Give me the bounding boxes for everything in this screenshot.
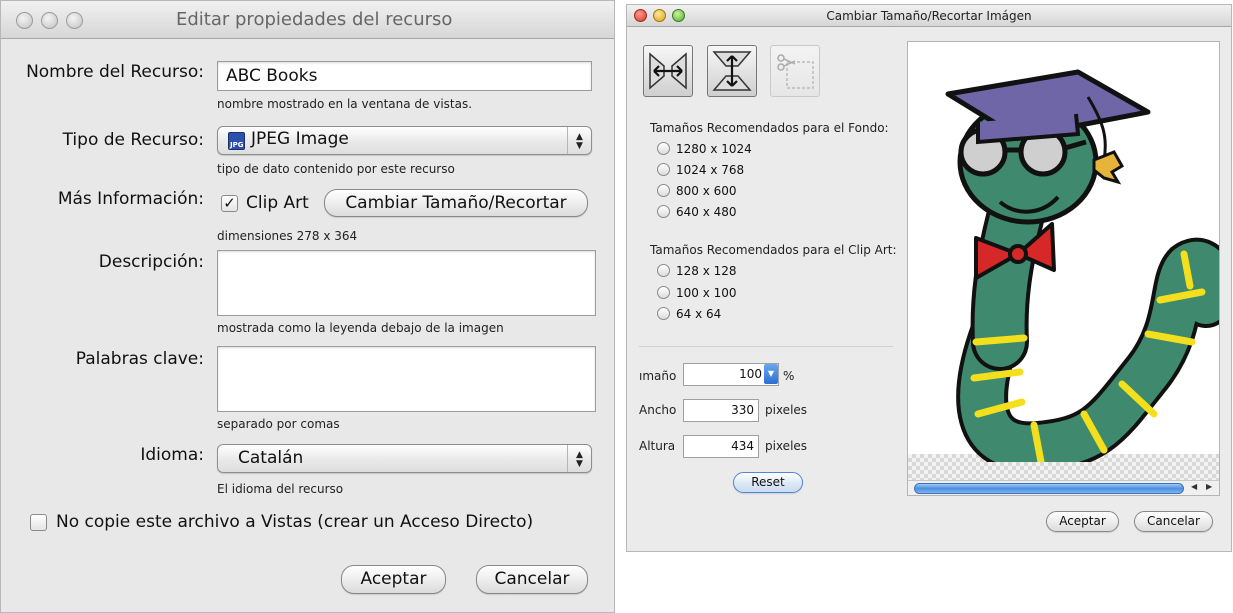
description-hint: mostrada como la leyenda debajo de la im…	[217, 321, 504, 335]
background-sizes-label: Tamaños Recomendados para el Fondo:	[650, 121, 889, 135]
radio-800x600[interactable]: 800 x 600	[657, 184, 737, 198]
stretch-vertical-button[interactable]	[707, 45, 757, 97]
size-dropdown-button[interactable]: ▼	[764, 364, 778, 384]
resource-name-value: ABC Books	[226, 66, 318, 86]
edit-resource-dialog: Editar propiedades del recurso Nombre de…	[0, 0, 615, 613]
width-value: 330	[731, 403, 754, 417]
accept-button[interactable]: Aceptar	[1046, 511, 1119, 532]
height-value: 434	[731, 439, 754, 453]
accept-button[interactable]: Aceptar	[341, 565, 446, 594]
resource-type-value: JPEG Image	[251, 129, 349, 149]
scroll-left-icon[interactable]: ◀	[1191, 482, 1197, 491]
radio-100x100[interactable]: 100 x 100	[657, 286, 737, 300]
stretch-horizontal-button[interactable]	[643, 45, 693, 97]
height-unit: pixeles	[765, 439, 808, 453]
clipart-sizes-label: Tamaños Recomendados para el Clip Art:	[650, 243, 897, 257]
description-label: Descripción:	[98, 252, 204, 272]
scroll-right-icon[interactable]: ▶	[1206, 482, 1212, 491]
cancel-button[interactable]: Cancelar	[1134, 511, 1213, 532]
jpg-file-icon: JPG	[228, 132, 245, 150]
title-bar: Cambiar Tamaño/Recortar Imágen	[627, 5, 1231, 27]
resource-name-hint: nombre mostrado en la ventana de vistas.	[217, 97, 473, 111]
radio-button-icon	[657, 184, 670, 197]
radio-button-icon	[657, 307, 670, 320]
resource-name-field[interactable]: ABC Books	[217, 61, 592, 91]
image-preview-panel: ◀ ▶	[907, 41, 1220, 496]
crop-icon	[777, 54, 814, 89]
title-bar: Editar propiedades del recurso	[1, 1, 614, 39]
language-hint: El idioma del recurso	[217, 482, 344, 496]
radio-button-icon	[657, 264, 670, 277]
language-label: Idioma:	[140, 445, 204, 465]
minimize-window-button[interactable]	[41, 12, 58, 29]
separator	[639, 346, 893, 347]
scrollbar-thumb[interactable]	[914, 483, 1184, 494]
size-value: 100	[739, 367, 762, 381]
language-value: Catalán	[238, 448, 304, 468]
no-copy-checkbox[interactable]	[30, 514, 47, 531]
accept-button-label: Aceptar	[360, 569, 427, 589]
window-title: Editar propiedades del recurso	[176, 9, 453, 30]
keywords-textarea[interactable]	[217, 346, 596, 412]
radio-label: 100 x 100	[676, 286, 737, 300]
radio-label: 128 x 128	[676, 264, 737, 278]
height-field[interactable]: 434	[683, 435, 759, 458]
more-info-label: Más Información:	[57, 189, 204, 209]
radio-label: 640 x 480	[676, 205, 737, 219]
radio-label: 1024 x 768	[676, 163, 745, 177]
zoom-window-button[interactable]	[66, 12, 83, 29]
dimensions-hint: dimensiones 278 x 364	[217, 229, 358, 243]
resize-crop-button-label: Cambiar Tamaño/Recortar	[345, 193, 567, 213]
size-label: ımaño	[639, 369, 677, 383]
no-copy-label: No copie este archivo a Vistas (crear un…	[56, 512, 534, 532]
language-select[interactable]: Catalán ▲ ▼	[217, 444, 592, 473]
clipart-label: Clip Art	[246, 193, 309, 213]
close-window-button[interactable]	[634, 9, 647, 22]
close-window-button[interactable]	[16, 12, 33, 29]
horizontal-scrollbar[interactable]: ◀ ▶	[908, 480, 1219, 495]
height-label: Altura	[639, 439, 676, 453]
reset-button[interactable]: Reset	[733, 472, 803, 493]
clipart-checkbox[interactable]: ✓	[221, 195, 238, 212]
stretch-horizontal-icon	[649, 52, 687, 90]
width-unit: pixeles	[765, 403, 808, 417]
radio-button-icon	[657, 205, 670, 218]
keywords-hint: separado por comas	[217, 417, 340, 431]
size-unit: %	[783, 369, 795, 383]
reset-button-label: Reset	[751, 475, 785, 489]
zoom-window-button[interactable]	[672, 9, 685, 22]
cancel-button[interactable]: Cancelar	[476, 565, 588, 594]
popup-arrows-icon: ▲ ▼	[567, 445, 591, 472]
popup-arrows-icon: ▲ ▼	[567, 127, 591, 154]
resize-crop-button[interactable]: Cambiar Tamaño/Recortar	[324, 189, 588, 217]
keywords-label: Palabras clave:	[75, 349, 204, 369]
width-field[interactable]: 330	[683, 399, 759, 422]
radio-640x480[interactable]: 640 x 480	[657, 205, 737, 219]
minimize-window-button[interactable]	[653, 9, 666, 22]
radio-label: 1280 x 1024	[676, 142, 752, 156]
radio-button-icon	[657, 163, 670, 176]
radio-label: 800 x 600	[676, 184, 737, 198]
description-textarea[interactable]	[217, 250, 596, 316]
crop-button[interactable]	[770, 45, 820, 97]
radio-label: 64 x 64	[676, 307, 722, 321]
bookworm-clipart	[945, 69, 1219, 462]
resize-crop-dialog: Cambiar Tamaño/Recortar Imágen Tamaños R…	[626, 4, 1232, 552]
radio-128x128[interactable]: 128 x 128	[657, 264, 737, 278]
accept-button-label: Aceptar	[1059, 514, 1106, 528]
resource-type-label: Tipo de Recurso:	[62, 130, 204, 150]
radio-button-icon	[657, 142, 670, 155]
resource-type-select[interactable]: JPG JPEG Image ▲ ▼	[217, 126, 592, 155]
radio-64x64[interactable]: 64 x 64	[657, 307, 721, 321]
width-label: Ancho	[639, 403, 677, 417]
radio-1024x768[interactable]: 1024 x 768	[657, 163, 744, 177]
radio-button-icon	[657, 286, 670, 299]
stretch-vertical-icon	[712, 51, 752, 91]
cancel-button-label: Cancelar	[1147, 514, 1200, 528]
resource-name-label: Nombre del Recurso:	[26, 62, 204, 82]
cancel-button-label: Cancelar	[494, 569, 570, 589]
radio-1280x1024[interactable]: 1280 x 1024	[657, 142, 752, 156]
resource-type-hint: tipo de dato contenido por este recurso	[217, 162, 455, 176]
window-title: Cambiar Tamaño/Recortar Imágen	[826, 9, 1032, 23]
